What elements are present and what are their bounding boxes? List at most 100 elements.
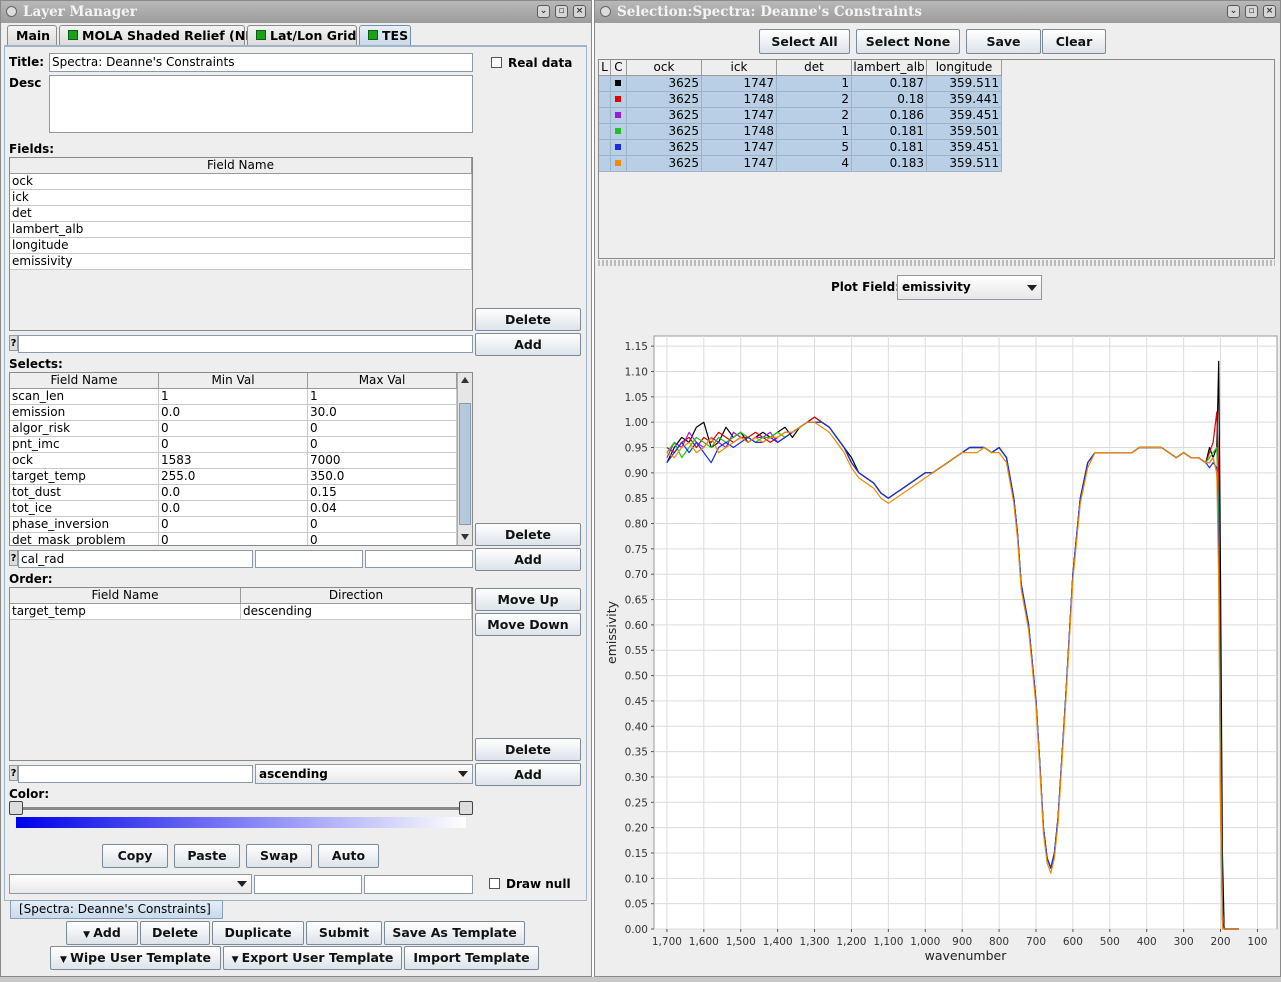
cell-ock[interactable]: 3625 (627, 108, 702, 124)
cell-ock[interactable]: 3625 (627, 156, 702, 172)
selects-scrollbar[interactable] (457, 373, 472, 545)
save-button[interactable]: Save (966, 29, 1041, 54)
select-field-cell[interactable]: target_temp (10, 469, 159, 485)
real-data-checkbox[interactable] (491, 57, 502, 68)
submit-button[interactable]: Submit (306, 921, 382, 945)
null-min-input[interactable] (254, 875, 362, 894)
select-min-cell[interactable]: 0 (159, 517, 308, 533)
minimize-icon[interactable]: ⌄ (1227, 5, 1240, 18)
row-lock-cell[interactable] (599, 108, 611, 124)
auto-button[interactable]: Auto (318, 844, 379, 868)
minimize-icon[interactable]: ⌄ (537, 5, 550, 18)
desc-textarea[interactable] (49, 75, 473, 133)
select-max-input[interactable] (365, 550, 473, 568)
cell-ock[interactable]: 3625 (627, 92, 702, 108)
layer-view-tab[interactable]: [Spectra: Deanne's Constraints] (10, 900, 223, 919)
copy-button[interactable]: Copy (102, 844, 168, 868)
select-min-input[interactable] (255, 550, 363, 568)
select-field-cell[interactable]: pnt_imc (10, 437, 159, 453)
cell-ick[interactable]: 1747 (702, 156, 777, 172)
cell-lambert-alb[interactable]: 0.18 (852, 92, 927, 108)
select-max-cell[interactable]: 0 (308, 533, 457, 545)
split-pane-divider[interactable] (598, 260, 1275, 266)
select-max-cell[interactable]: 0.15 (308, 485, 457, 501)
cell-ick[interactable]: 1747 (702, 140, 777, 156)
row-lock-cell[interactable] (599, 156, 611, 172)
color-slider-min-handle[interactable] (9, 801, 23, 815)
cell-lambert-alb[interactable]: 0.183 (852, 156, 927, 172)
select-field-cell[interactable]: tot_dust (10, 485, 159, 501)
select-field-cell[interactable]: emission (10, 405, 159, 421)
select-field-cell[interactable]: tot_ice (10, 501, 159, 517)
row-lock-cell[interactable] (599, 92, 611, 108)
row-lock-cell[interactable] (599, 124, 611, 140)
null-max-input[interactable] (364, 875, 473, 894)
cell-det[interactable]: 2 (777, 108, 852, 124)
select-field-cell[interactable]: algor_risk (10, 421, 159, 437)
field-row[interactable]: det (10, 206, 472, 222)
order-add-button[interactable]: Add (475, 763, 581, 786)
tab-tes[interactable]: TES (359, 25, 411, 45)
fields-header[interactable]: Field Name (10, 158, 472, 174)
cell-det[interactable]: 2 (777, 92, 852, 108)
move-up-button[interactable]: Move Up (475, 588, 581, 611)
cell-longitude[interactable]: 359.451 (927, 140, 1002, 156)
cell-ick[interactable]: 1747 (702, 108, 777, 124)
select-max-cell[interactable]: 7000 (308, 453, 457, 469)
window-menu-icon[interactable] (6, 6, 17, 17)
select-min-cell[interactable]: 1583 (159, 453, 308, 469)
cell-longitude[interactable]: 359.501 (927, 124, 1002, 140)
select-min-cell[interactable]: 1 (159, 389, 308, 405)
order-row-direction[interactable]: descending (241, 604, 472, 620)
selection-header-longitude[interactable]: longitude (927, 60, 1002, 76)
swap-button[interactable]: Swap (246, 844, 312, 868)
select-max-cell[interactable]: 0 (308, 517, 457, 533)
selection-titlebar[interactable]: Selection:Spectra: Deanne's Constraints … (595, 1, 1280, 23)
field-row[interactable]: ick (10, 190, 472, 206)
select-max-cell[interactable]: 0 (308, 421, 457, 437)
order-direction-select[interactable]: ascending (255, 764, 473, 784)
cell-det[interactable]: 4 (777, 156, 852, 172)
maximize-icon[interactable]: ▫ (555, 5, 568, 18)
select-help-icon[interactable]: ? (9, 550, 18, 566)
select-min-cell[interactable]: 0 (159, 437, 308, 453)
cell-longitude[interactable]: 359.511 (927, 156, 1002, 172)
cell-lambert-alb[interactable]: 0.181 (852, 124, 927, 140)
scroll-up-icon[interactable] (461, 377, 469, 383)
selection-header-c[interactable]: C (611, 60, 627, 76)
select-none-button[interactable]: Select None (856, 29, 960, 54)
title-input[interactable]: Spectra: Deanne's Constraints (49, 53, 473, 72)
cell-ock[interactable]: 3625 (627, 140, 702, 156)
row-color-cell[interactable] (611, 76, 627, 92)
close-icon[interactable]: × (573, 5, 586, 18)
select-field-cell[interactable]: det_mask_problem (10, 533, 159, 545)
cell-lambert-alb[interactable]: 0.181 (852, 140, 927, 156)
color-column-select[interactable] (9, 874, 252, 894)
paste-button[interactable]: Paste (174, 844, 240, 868)
selects-header-min[interactable]: Min Val (159, 373, 308, 389)
import-template-button[interactable]: Import Template (404, 946, 539, 970)
scrollbar-thumb[interactable] (459, 403, 471, 525)
field-row[interactable]: emissivity (10, 254, 472, 270)
order-field-input[interactable] (18, 765, 253, 783)
maximize-icon[interactable]: ▫ (1245, 5, 1258, 18)
selects-header-max[interactable]: Max Val (308, 373, 457, 389)
tab-main[interactable]: Main (7, 25, 57, 45)
window-menu-icon[interactable] (600, 6, 611, 17)
selection-header-ick[interactable]: ick (702, 60, 777, 76)
color-slider-track[interactable] (16, 807, 466, 810)
cell-det[interactable]: 1 (777, 76, 852, 92)
selects-add-button[interactable]: Add (475, 548, 581, 571)
selection-header-det[interactable]: det (777, 60, 852, 76)
color-slider-max-handle[interactable] (459, 801, 473, 815)
clear-button[interactable]: Clear (1042, 29, 1106, 54)
wipe-user-template-button[interactable]: ▼ Wipe User Template (50, 946, 221, 970)
cell-ick[interactable]: 1748 (702, 92, 777, 108)
select-max-cell[interactable]: 1 (308, 389, 457, 405)
close-icon[interactable]: × (1263, 5, 1276, 18)
cell-lambert-alb[interactable]: 0.186 (852, 108, 927, 124)
select-min-cell[interactable]: 0.0 (159, 501, 308, 517)
selects-header-field[interactable]: Field Name (10, 373, 159, 389)
select-field-input[interactable]: cal_rad (18, 550, 253, 568)
select-min-cell[interactable]: 0.0 (159, 405, 308, 421)
